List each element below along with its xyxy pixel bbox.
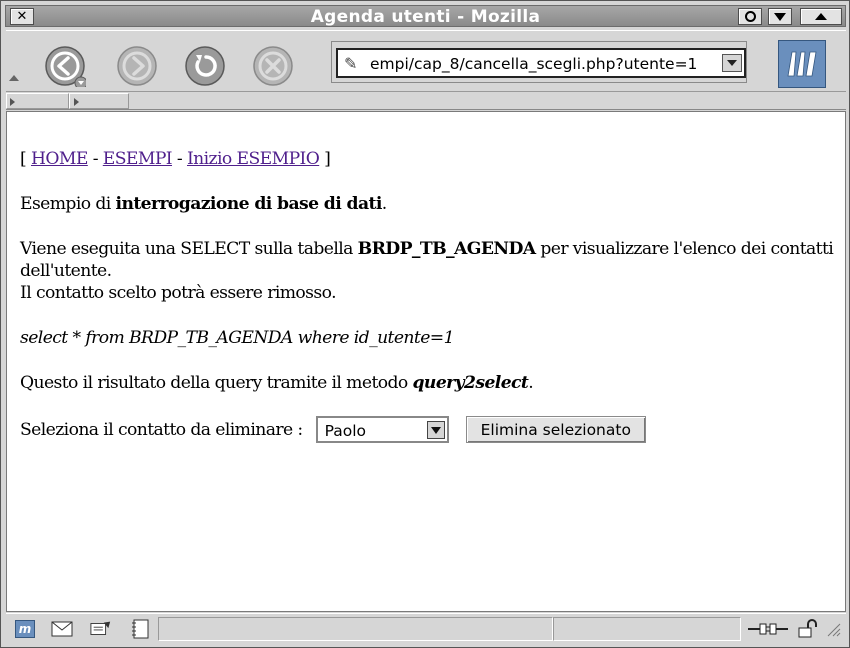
contact-select[interactable]: Paolo	[315, 416, 449, 443]
iconify-button[interactable]	[738, 8, 762, 25]
shade-button[interactable]	[800, 8, 842, 25]
back-arrow-icon	[45, 46, 88, 90]
inizio-esempio-link[interactable]: Inizio ESEMPIO	[187, 149, 320, 169]
progress-area	[553, 617, 741, 641]
window-title: Agenda utenti - Mozilla	[310, 7, 541, 27]
breadcrumb: [ HOME - ESEMPI - Inizio ESEMPIO ]	[20, 149, 331, 169]
title-bar[interactable]: ✕ Agenda utenti - Mozilla	[5, 5, 846, 27]
toolbar-tab-2[interactable]	[69, 93, 129, 109]
select-label: Seleziona il contatto da eliminare :	[20, 419, 303, 440]
expand-arrow-icon	[74, 98, 79, 106]
forward-arrow-icon	[117, 46, 157, 86]
url-text[interactable]: empi/cap_8/cancella_scegli.php?utente=1	[370, 55, 726, 73]
contact-select-value: Paolo	[324, 422, 367, 440]
collapse-icon	[9, 75, 19, 81]
navigation-toolbar: ✎ empi/cap_8/cancella_scegli.php?utente=…	[6, 30, 846, 92]
navigator-icon[interactable]: m	[14, 619, 36, 639]
reload-icon	[185, 46, 225, 86]
connection-icon	[748, 619, 788, 639]
eject-icon	[815, 13, 827, 20]
toolbar-tab-1[interactable]	[6, 93, 69, 109]
expand-arrow-icon	[10, 98, 15, 106]
delete-selected-button[interactable]: Elimina selezionato	[465, 416, 646, 443]
personal-toolbar	[6, 92, 846, 110]
circle-icon	[744, 11, 756, 22]
page-body: [ HOME - ESEMPI - Inizio ESEMPIO ] Esemp…	[20, 148, 835, 443]
mozilla-logo-icon[interactable]	[778, 40, 826, 88]
esempi-link[interactable]: ESEMPI	[103, 149, 173, 169]
bookmark-tag-icon: ✎	[344, 54, 358, 73]
stop-button[interactable]	[252, 45, 294, 87]
page-content: [ HOME - ESEMPI - Inizio ESEMPIO ] Esemp…	[6, 111, 846, 612]
url-field[interactable]: ✎ empi/cap_8/cancella_scegli.php?utente=…	[336, 48, 746, 78]
back-button[interactable]	[44, 45, 88, 90]
delete-form: Seleziona il contatto da eliminare : Pao…	[20, 416, 835, 443]
composer-icon[interactable]	[90, 619, 112, 639]
home-link[interactable]: HOME	[31, 149, 88, 169]
url-dropdown-button[interactable]	[722, 54, 742, 72]
intro-paragraph: Esempio di interrogazione di base di dat…	[20, 194, 387, 214]
sql-query: select * from BRDP_TB_AGENDA where id_ut…	[20, 328, 455, 348]
status-bar: m	[6, 613, 846, 644]
mail-icon[interactable]	[51, 619, 73, 639]
security-lock-icon[interactable]	[796, 619, 818, 639]
reload-button[interactable]	[184, 45, 226, 87]
url-bar: ✎ empi/cap_8/cancella_scegli.php?utente=…	[331, 41, 747, 83]
forward-button[interactable]	[116, 45, 158, 87]
result-paragraph: Questo il risultato della query tramite …	[20, 373, 534, 393]
status-text-area	[158, 617, 553, 641]
stop-icon	[253, 46, 293, 86]
description-paragraph: Viene eseguita una SELECT sulla tabella …	[20, 239, 834, 303]
toolbar-grip[interactable]	[6, 31, 20, 93]
down-arrow-icon	[774, 12, 786, 21]
resize-grip-icon[interactable]	[824, 619, 842, 639]
address-book-icon[interactable]	[130, 619, 152, 639]
maximize-button[interactable]	[768, 8, 792, 25]
browser-window: ✕ Agenda utenti - Mozilla ✎ empi/cap_8/c…	[0, 0, 850, 648]
chevron-down-icon[interactable]	[426, 421, 445, 439]
